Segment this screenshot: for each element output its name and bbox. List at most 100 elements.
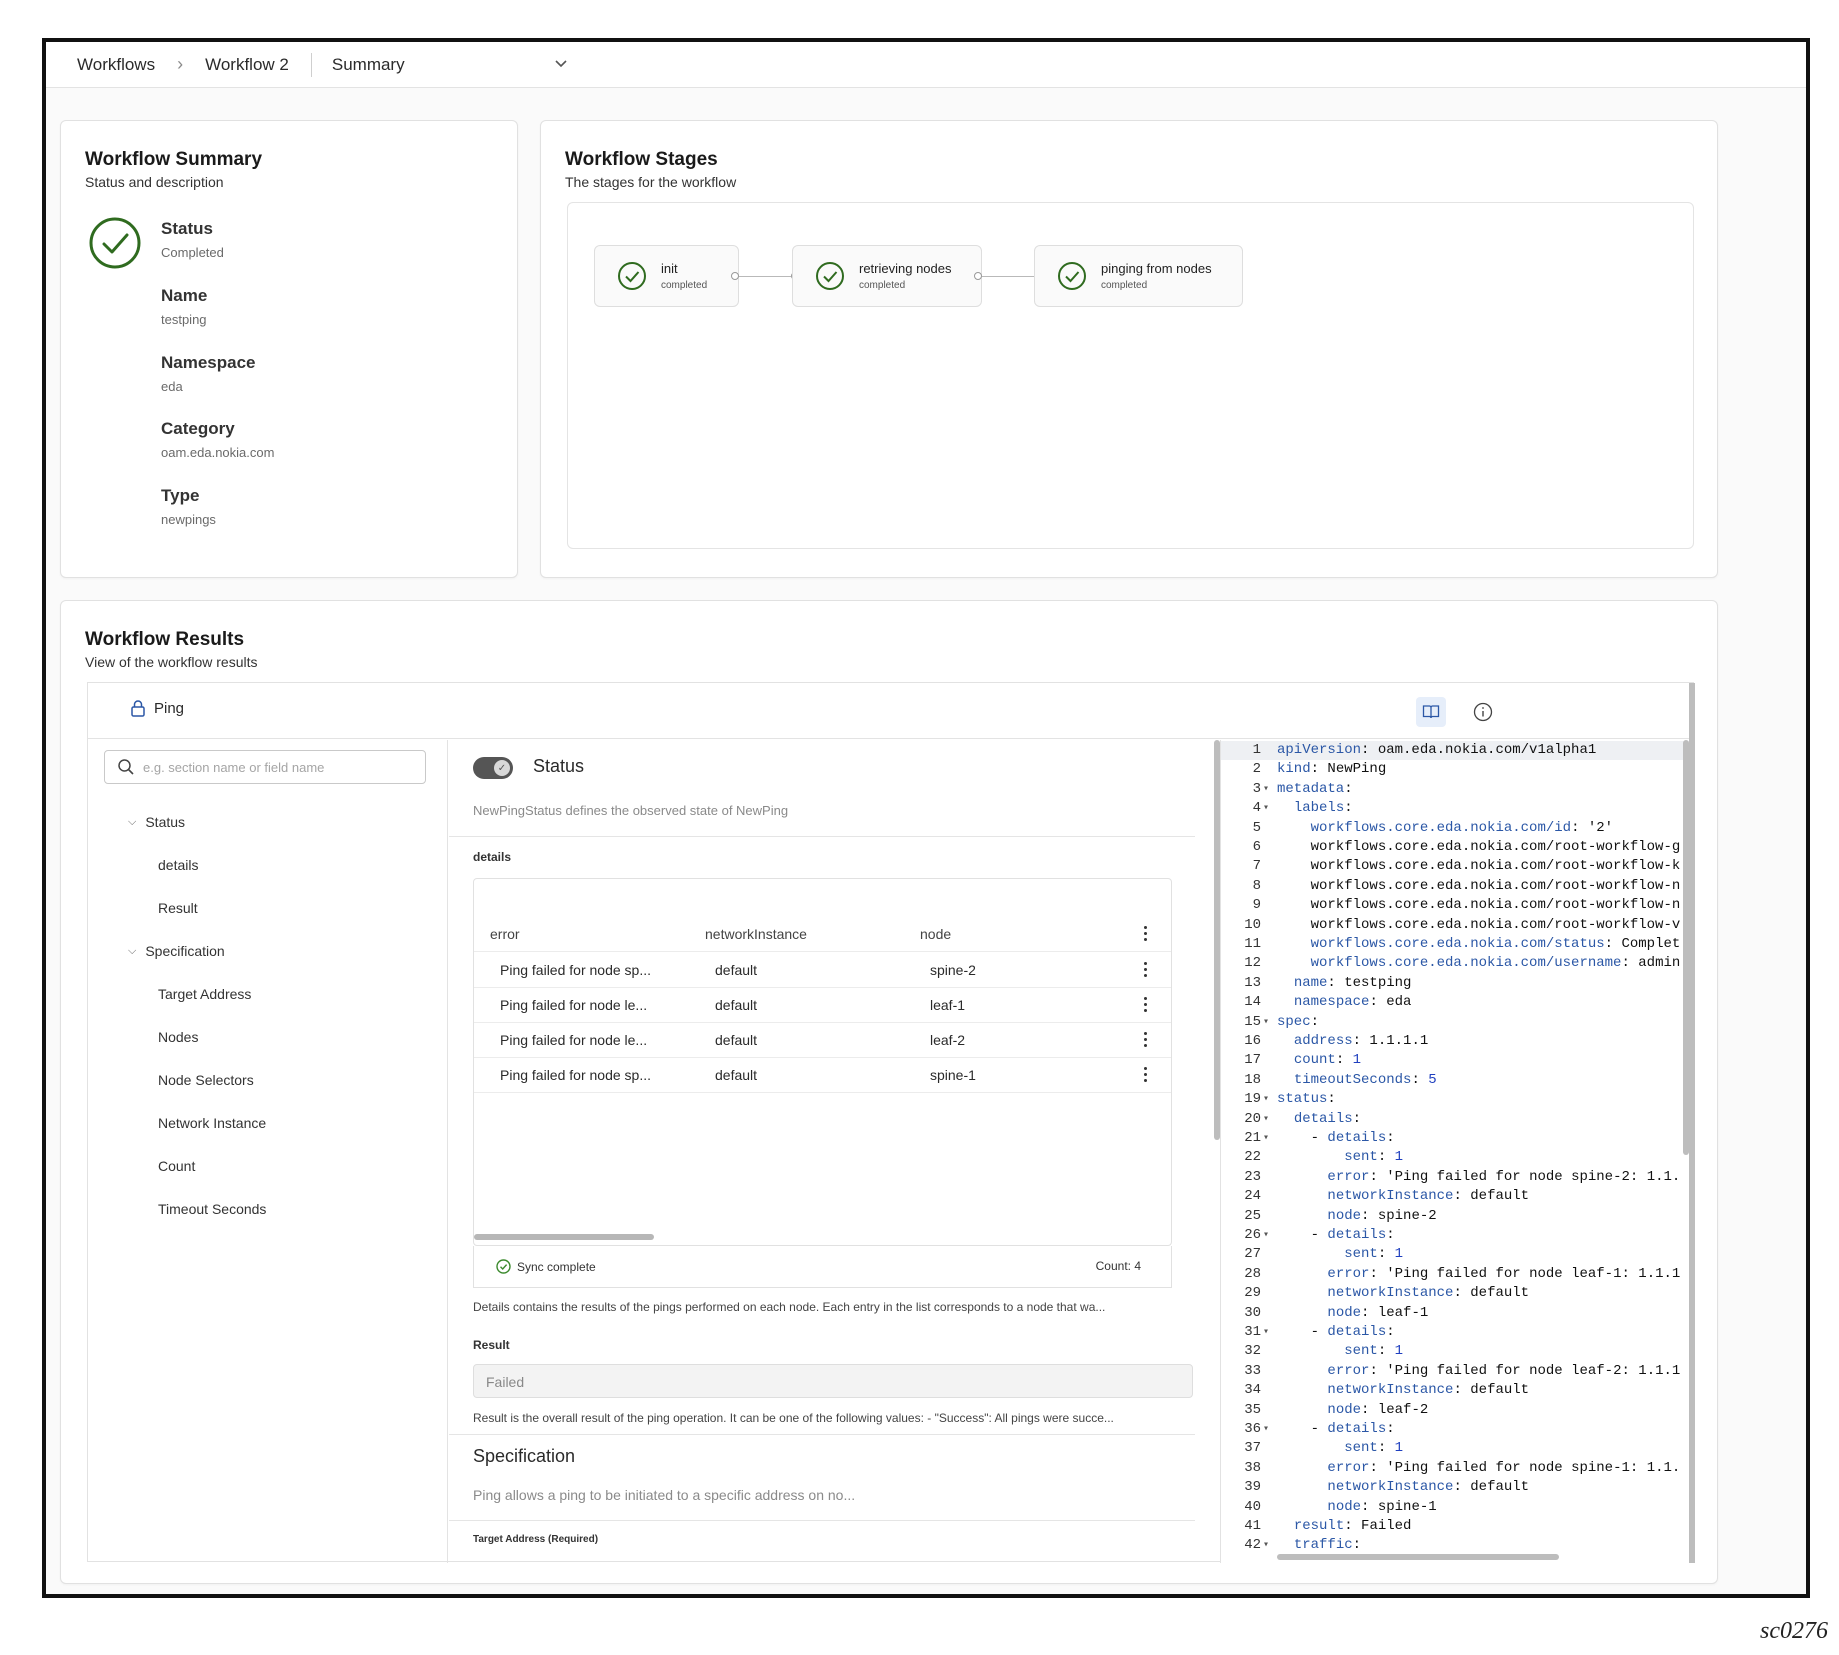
check-circle-icon (816, 262, 844, 290)
code-line[interactable]: 42 ▾ traffic: (1221, 1536, 1689, 1555)
code-line[interactable]: 24 networkInstance: default (1221, 1187, 1689, 1206)
code-line[interactable]: 31 ▾ - details: (1221, 1323, 1689, 1342)
nav-item-nodes[interactable]: Nodes (158, 1029, 198, 1045)
code-line[interactable]: 9 workflows.core.eda.nokia.com/root-work… (1221, 896, 1689, 915)
breadcrumb-workflow-link[interactable]: Workflow 2 (205, 55, 289, 75)
stage-node-init[interactable]: init completed (594, 245, 739, 307)
code-line[interactable]: 38 error: 'Ping failed for node spine-1:… (1221, 1459, 1689, 1478)
code-line[interactable]: 21 ▾ - details: (1221, 1129, 1689, 1148)
nav-item-target-address[interactable]: Target Address (158, 986, 251, 1002)
code-line[interactable]: 26 ▾ - details: (1221, 1226, 1689, 1245)
search-input[interactable] (143, 759, 413, 775)
kebab-menu-icon[interactable] (1144, 926, 1148, 944)
nav-item-timeout-seconds[interactable]: Timeout Seconds (158, 1201, 266, 1217)
code-line[interactable]: 34 networkInstance: default (1221, 1381, 1689, 1400)
section-search[interactable] (104, 750, 426, 784)
stage-node-pinging-from-nodes[interactable]: pinging from nodes completed (1034, 245, 1243, 307)
fold-toggle-icon[interactable]: ▾ (1263, 1013, 1273, 1032)
code-line[interactable]: 28 error: 'Ping failed for node leaf-1: … (1221, 1265, 1689, 1284)
code-line[interactable]: 16 address: 1.1.1.1 (1221, 1032, 1689, 1051)
info-button[interactable] (1468, 697, 1498, 727)
code-line[interactable]: 20 ▾ details: (1221, 1110, 1689, 1129)
column-header-network-instance[interactable]: networkInstance (705, 926, 807, 942)
editor-horizontal-scrollbar[interactable] (1277, 1554, 1559, 1560)
code-line[interactable]: 2 kind: NewPing (1221, 760, 1689, 779)
code-line[interactable]: 15 ▾ spec: (1221, 1013, 1689, 1032)
toggle-docs-button[interactable] (1416, 697, 1446, 727)
kebab-menu-icon[interactable] (1144, 997, 1148, 1015)
code-line[interactable]: 10 workflows.core.eda.nokia.com/root-wor… (1221, 916, 1689, 935)
code-line[interactable]: 29 networkInstance: default (1221, 1284, 1689, 1303)
code-line[interactable]: 13 name: testping (1221, 974, 1689, 993)
code-line[interactable]: 6 workflows.core.eda.nokia.com/root-work… (1221, 838, 1689, 857)
code-text: traffic: (1293, 1537, 1362, 1554)
code-line[interactable]: 1 apiVersion: oam.eda.nokia.com/v1alpha1 (1221, 741, 1689, 761)
fold-toggle-icon[interactable]: ▾ (1263, 1129, 1273, 1148)
code-line[interactable]: 27 sent: 1 (1221, 1245, 1689, 1264)
code-line[interactable]: 18 timeoutSeconds: 5 (1221, 1071, 1689, 1090)
fold-toggle-icon[interactable]: ▾ (1263, 1536, 1273, 1555)
code-line[interactable]: 33 error: 'Ping failed for node leaf-2: … (1221, 1362, 1689, 1381)
code-line[interactable]: 37 sent: 1 (1221, 1439, 1689, 1458)
fold-toggle-icon[interactable]: ▾ (1263, 1090, 1273, 1109)
line-number: 10 (1244, 916, 1261, 933)
status-section-toggle[interactable]: ✓ (473, 757, 513, 779)
table-row[interactable]: Ping failed for node le... default leaf-… (474, 1023, 1171, 1058)
code-line[interactable]: 39 networkInstance: default (1221, 1478, 1689, 1497)
viewer-vertical-scrollbar[interactable] (1689, 683, 1695, 1563)
code-line[interactable]: 41 result: Failed (1221, 1517, 1689, 1536)
code-line[interactable]: 5 workflows.core.eda.nokia.com/id: '2' (1221, 819, 1689, 838)
code-line[interactable]: 11 workflows.core.eda.nokia.com/status: … (1221, 935, 1689, 954)
code-line[interactable]: 8 workflows.core.eda.nokia.com/root-work… (1221, 877, 1689, 896)
nav-group-status[interactable]: ⌵ Status (128, 814, 185, 830)
kebab-menu-icon[interactable] (1144, 962, 1148, 980)
table-row[interactable]: Ping failed for node sp... default spine… (474, 953, 1171, 988)
stages-subtitle: The stages for the workflow (565, 174, 737, 190)
code-line[interactable]: 30 node: leaf-1 (1221, 1304, 1689, 1323)
table-row[interactable]: Ping failed for node sp... default spine… (474, 1058, 1171, 1093)
nav-item-result[interactable]: Result (158, 900, 198, 916)
fold-toggle-icon[interactable]: ▾ (1263, 780, 1273, 799)
code-line[interactable]: 35 node: leaf-2 (1221, 1401, 1689, 1420)
fold-toggle-icon[interactable]: ▾ (1263, 1420, 1273, 1439)
code-line[interactable]: 14 namespace: eda (1221, 993, 1689, 1012)
line-number: 9 (1252, 897, 1261, 914)
code-line[interactable]: 3 ▾ metadata: (1221, 780, 1689, 799)
table-row[interactable]: Ping failed for node le... default leaf-… (474, 988, 1171, 1023)
yaml-editor[interactable]: 42 ▾ traffic: 41 result: Failed 40 node: sp… (1220, 740, 1689, 1563)
fold-toggle-icon[interactable]: ▾ (1263, 1323, 1273, 1342)
code-line[interactable]: 12 workflows.core.eda.nokia.com/username… (1221, 954, 1689, 973)
fold-toggle-icon[interactable]: ▾ (1263, 799, 1273, 818)
cell-node: spine-2 (930, 962, 976, 978)
view-select[interactable]: Summary (332, 55, 568, 75)
kebab-menu-icon[interactable] (1144, 1032, 1148, 1050)
line-number: 41 (1244, 1518, 1261, 1534)
stage-node-retrieving-nodes[interactable]: retrieving nodes completed (792, 245, 982, 307)
nav-item-count[interactable]: Count (158, 1158, 195, 1174)
nav-group-specification[interactable]: ⌵ Specification (128, 943, 225, 959)
code-line[interactable]: 36 ▾ - details: (1221, 1420, 1689, 1439)
workflow-stages-card: Workflow Stages The stages for the workf… (540, 120, 1718, 578)
code-line[interactable]: 19 ▾ status: (1221, 1090, 1689, 1109)
nav-item-node-selectors[interactable]: Node Selectors (158, 1072, 254, 1088)
code-text: kind: NewPing (1277, 761, 1387, 778)
code-line[interactable]: 22 sent: 1 (1221, 1148, 1689, 1167)
code-line[interactable]: 23 error: 'Ping failed for node spine-2:… (1221, 1168, 1689, 1187)
column-header-node[interactable]: node (920, 926, 951, 942)
nav-item-network-instance[interactable]: Network Instance (158, 1115, 266, 1131)
code-line[interactable]: 7 workflows.core.eda.nokia.com/root-work… (1221, 857, 1689, 876)
nav-item-details[interactable]: details (158, 857, 198, 873)
code-line[interactable]: 4 ▾ labels: (1221, 799, 1689, 818)
column-header-error[interactable]: error (490, 926, 520, 942)
cell-network-instance: default (715, 997, 758, 1013)
code-line[interactable]: 25 node: spine-2 (1221, 1207, 1689, 1226)
details-label: details (473, 850, 512, 864)
code-line[interactable]: 40 node: spine-1 (1221, 1498, 1689, 1517)
breadcrumb-workflows-link[interactable]: Workflows (77, 55, 155, 75)
kebab-menu-icon[interactable] (1144, 1067, 1148, 1085)
fold-toggle-icon[interactable]: ▾ (1263, 1226, 1273, 1245)
code-line[interactable]: 17 count: 1 (1221, 1051, 1689, 1070)
table-horizontal-scrollbar[interactable] (474, 1234, 654, 1240)
code-line[interactable]: 32 sent: 1 (1221, 1342, 1689, 1361)
fold-toggle-icon[interactable]: ▾ (1263, 1110, 1273, 1129)
